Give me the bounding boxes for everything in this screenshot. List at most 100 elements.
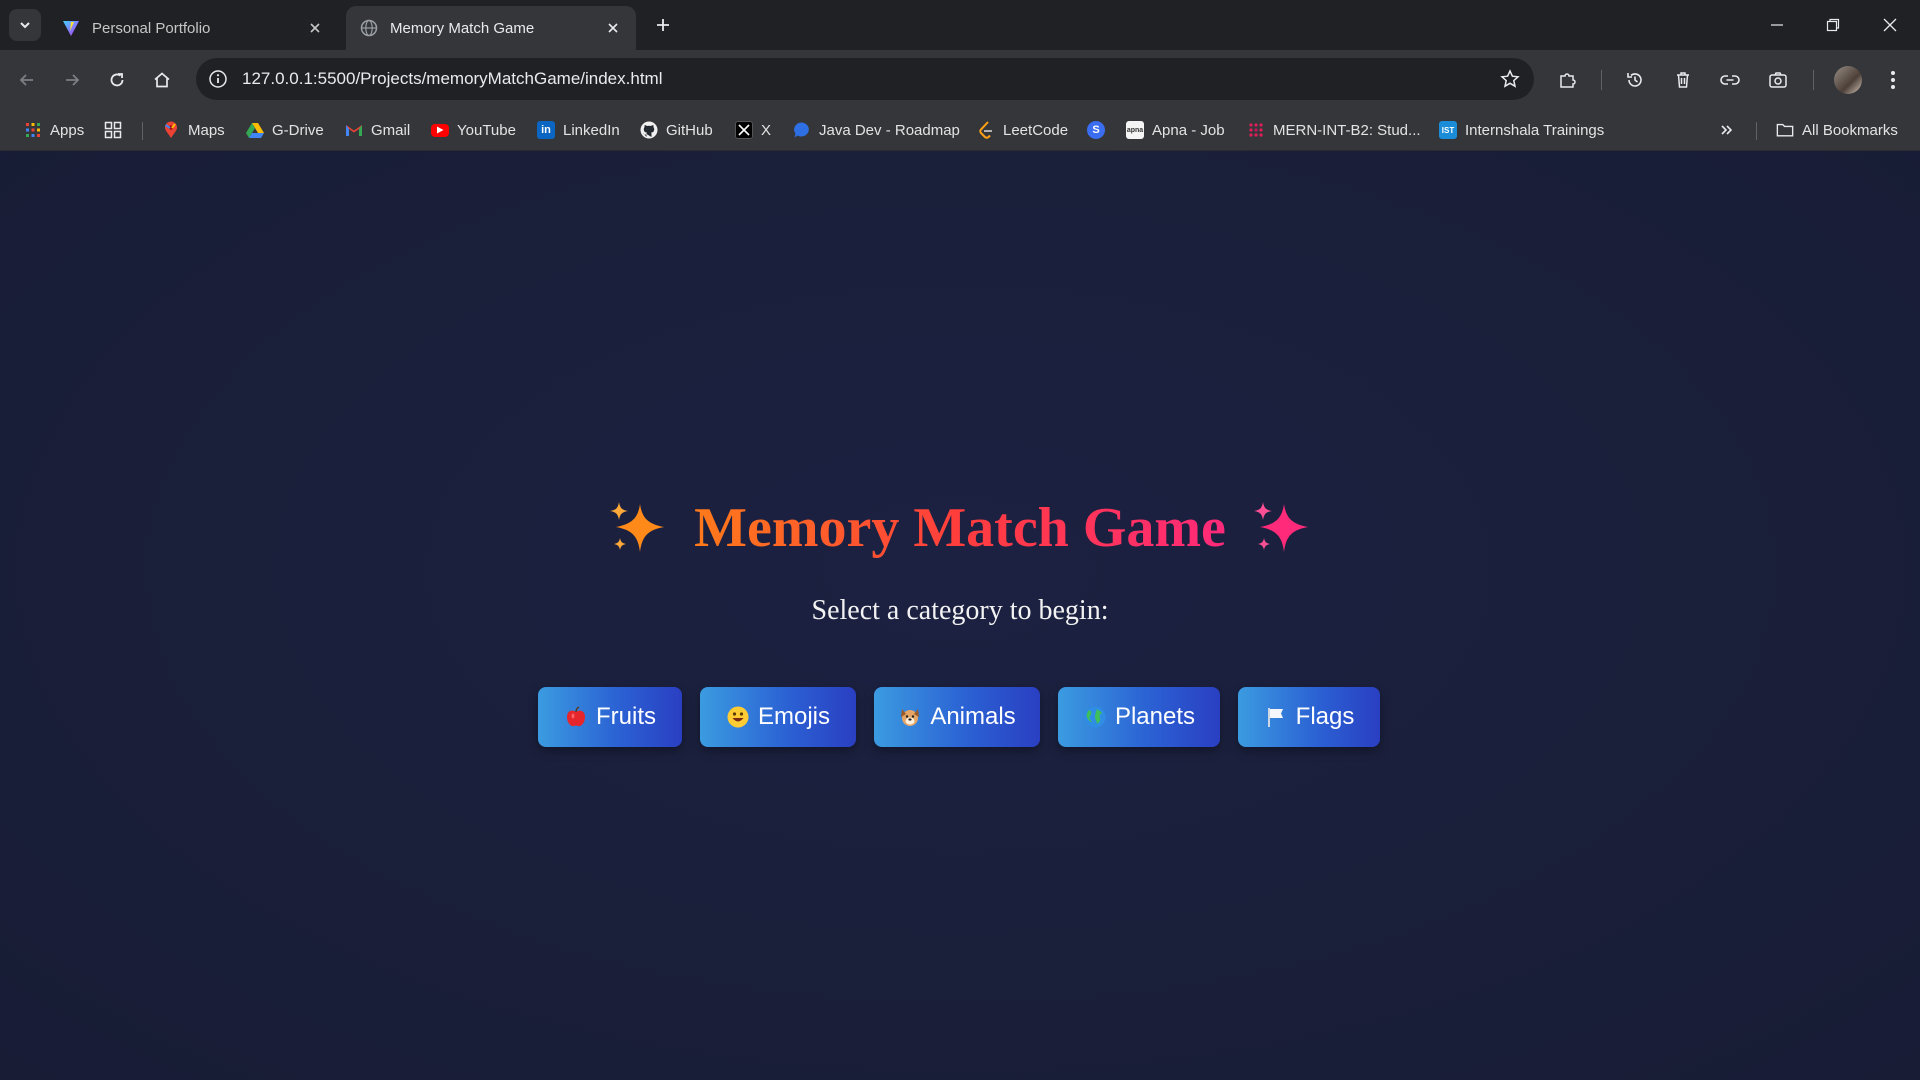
bookmark-shortcut[interactable]: S	[1087, 118, 1113, 142]
bookmarks-bar: Apps Maps G-Drive Gmail YouTube in Linke…	[0, 109, 1920, 151]
puzzle-icon	[1560, 73, 1576, 88]
tab-close-button[interactable]	[304, 17, 326, 39]
bookmark-label: Java Dev - Roadmap	[819, 121, 960, 139]
delete-button[interactable]	[1667, 64, 1699, 96]
tab-memory-match-game[interactable]: Memory Match Game	[346, 6, 636, 50]
apna-icon: apna	[1126, 121, 1144, 139]
bookmark-divider	[1756, 122, 1757, 140]
category-fruits-button[interactable]: Fruits	[538, 687, 682, 747]
maps-pin-icon	[162, 121, 180, 139]
history-button[interactable]	[1619, 64, 1651, 96]
bookmark-label: Apps	[50, 121, 85, 139]
chat-bubble-icon	[793, 121, 811, 139]
game-page: Memory Match Game Select a category to b…	[0, 151, 1920, 1080]
grid-icon	[104, 121, 122, 139]
new-tab-button[interactable]	[650, 12, 676, 38]
bookmark-leetcode[interactable]: LeetCode	[977, 118, 1068, 142]
tab-search-button[interactable]	[9, 9, 41, 41]
globe-icon	[360, 19, 378, 37]
browser-toolbar: 127.0.0.1:5500/Projects/memoryMatchGame/…	[0, 50, 1920, 109]
more-bookmarks-button[interactable]	[1718, 118, 1744, 142]
bookmark-maps[interactable]: Maps	[162, 118, 225, 142]
minimize-icon	[1771, 24, 1783, 26]
bookmark-mern-int-b2[interactable]: MERN-INT-B2: Stud...	[1247, 118, 1421, 142]
bookmark-linkedin[interactable]: in LinkedIn	[537, 118, 620, 142]
url-text[interactable]: 127.0.0.1:5500/Projects/memoryMatchGame/…	[242, 69, 662, 89]
close-icon	[1883, 18, 1897, 32]
bookmark-apna-job[interactable]: apna Apna - Job	[1126, 118, 1225, 142]
extensions-button[interactable]	[1552, 64, 1584, 96]
profile-avatar[interactable]	[1834, 66, 1862, 94]
reload-icon	[110, 73, 124, 87]
category-animals-button[interactable]: Animals	[874, 687, 1040, 747]
minimize-button[interactable]	[1762, 10, 1792, 40]
apple-icon	[564, 705, 588, 729]
tab-groups-button[interactable]	[104, 118, 130, 142]
x-icon	[735, 121, 753, 139]
trash-icon	[1677, 72, 1689, 88]
close-icon	[310, 23, 320, 33]
bookmark-g-drive[interactable]: G-Drive	[246, 118, 324, 142]
reload-button[interactable]	[101, 64, 133, 96]
tab-strip: Personal Portfolio Memory Match Game	[0, 0, 1920, 50]
bookmark-label: Internshala Trainings	[1465, 121, 1605, 139]
arrow-right-icon	[66, 74, 80, 86]
bookmark-x[interactable]: X	[735, 118, 771, 142]
folder-icon	[1776, 121, 1794, 139]
back-button[interactable]	[11, 64, 43, 96]
close-window-button[interactable]	[1875, 10, 1905, 40]
bookmark-java-dev-roadmap[interactable]: Java Dev - Roadmap	[793, 118, 960, 142]
bookmark-github[interactable]: GitHub	[640, 118, 713, 142]
category-label: Emojis	[757, 703, 830, 730]
bookmark-youtube[interactable]: YouTube	[431, 118, 516, 142]
title-row: Memory Match Game	[0, 496, 1920, 560]
dog-icon	[898, 705, 922, 729]
tab-title: Memory Match Game	[390, 19, 535, 37]
link-icon	[1720, 75, 1740, 85]
bookmark-label: G-Drive	[272, 121, 324, 139]
camera-icon	[1769, 72, 1787, 88]
category-planets-button[interactable]: Planets	[1058, 687, 1220, 747]
category-label: Flags	[1295, 703, 1355, 730]
home-button[interactable]	[146, 64, 178, 96]
address-bar[interactable]: 127.0.0.1:5500/Projects/memoryMatchGame/…	[196, 58, 1534, 100]
bookmark-gmail[interactable]: Gmail	[345, 118, 410, 142]
gmail-icon	[345, 121, 363, 139]
bookmark-star-icon[interactable]	[1498, 67, 1522, 91]
sparkles-icon	[610, 502, 665, 552]
restore-button[interactable]	[1818, 10, 1848, 40]
forward-button[interactable]	[56, 64, 88, 96]
menu-button[interactable]	[1877, 64, 1909, 96]
category-label: Animals	[930, 703, 1016, 730]
bookmark-label: Gmail	[371, 121, 411, 139]
chevron-down-icon	[20, 22, 30, 29]
slack-icon	[1247, 121, 1265, 139]
youtube-icon	[431, 123, 449, 137]
tab-close-button[interactable]	[602, 17, 624, 39]
bookmark-label: Apna - Job	[1152, 121, 1225, 139]
bookmark-internshala-trainings[interactable]: IST Internshala Trainings	[1439, 118, 1604, 142]
tab-personal-portfolio[interactable]: Personal Portfolio	[48, 6, 338, 50]
category-emojis-button[interactable]: Emojis	[700, 687, 856, 747]
site-info-icon[interactable]	[206, 67, 230, 91]
more-vertical-icon	[1891, 71, 1895, 89]
category-label: Planets	[1114, 703, 1196, 730]
screenshot-button[interactable]	[1762, 64, 1794, 96]
all-bookmarks-button[interactable]: All Bookmarks	[1776, 118, 1898, 142]
bookmark-label: X	[761, 121, 772, 139]
plus-icon	[657, 19, 669, 31]
copy-link-button[interactable]	[1714, 64, 1746, 96]
s-logo-icon: S	[1087, 121, 1105, 139]
bookmark-label: Maps	[188, 121, 225, 139]
flag-icon	[1264, 705, 1288, 729]
restore-icon	[1826, 18, 1840, 32]
bookmark-divider	[142, 122, 143, 140]
bookmark-apps[interactable]: Apps	[24, 118, 84, 142]
toolbar-divider	[1813, 70, 1814, 90]
ist-icon: IST	[1439, 121, 1457, 139]
bookmark-label: YouTube	[457, 121, 516, 139]
close-icon	[608, 23, 618, 33]
bookmark-label: LeetCode	[1003, 121, 1069, 139]
drive-icon	[246, 121, 264, 139]
category-flags-button[interactable]: Flags	[1238, 687, 1380, 747]
